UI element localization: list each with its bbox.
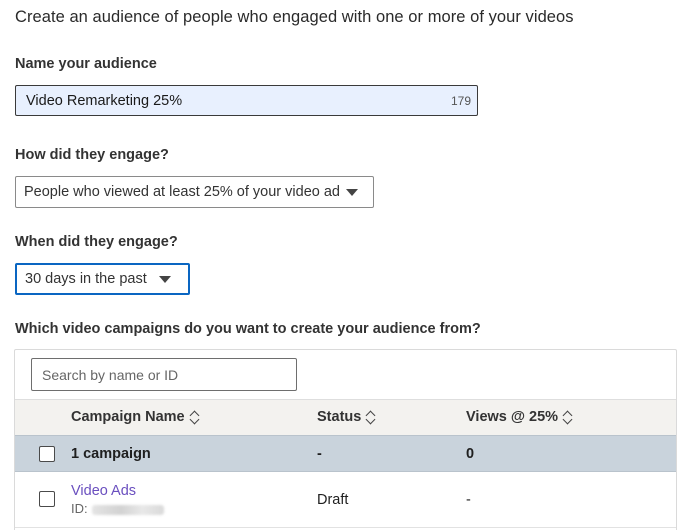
campaign-name-link[interactable]: Video Ads [71, 483, 164, 499]
column-label: Campaign Name [71, 409, 185, 425]
engagement-select[interactable]: People who viewed at least 25% of your v… [15, 176, 374, 208]
sort-icon[interactable] [563, 410, 573, 424]
audience-name-input[interactable] [16, 86, 436, 115]
campaign-name-cell: Video Ads ID: [71, 483, 164, 516]
summary-status: - [317, 446, 322, 462]
summary-label: 1 campaign [71, 446, 151, 462]
column-campaign-name[interactable]: Campaign Name [71, 409, 200, 425]
table-row: Video Ads ID: Draft - [15, 472, 676, 528]
campaign-views: - [466, 492, 471, 508]
caret-down-icon [345, 188, 358, 196]
campaign-search-input[interactable] [31, 358, 297, 391]
sort-icon[interactable] [190, 410, 200, 424]
campaign-id-label: ID: [71, 501, 88, 516]
select-all-checkbox[interactable] [39, 446, 55, 462]
timeframe-select[interactable]: 30 days in the past [15, 263, 190, 295]
campaigns-table: Campaign Name Status Views @ 25% 1 campa… [14, 349, 677, 530]
table-header: Campaign Name Status Views @ 25% [15, 399, 676, 435]
column-label: Status [317, 409, 362, 425]
campaign-status: Draft [317, 492, 349, 508]
engagement-label: How did they engage? [15, 147, 169, 163]
column-status[interactable]: Status [317, 409, 376, 425]
redacted-id [91, 504, 164, 515]
campaign-id: ID: [71, 501, 164, 516]
timeframe-label: When did they engage? [15, 234, 178, 250]
column-views[interactable]: Views @ 25% [466, 409, 573, 425]
page-title: Create an audience of people who engaged… [15, 8, 574, 26]
column-label: Views @ 25% [466, 409, 559, 425]
audience-name-field[interactable]: 179 [15, 85, 478, 116]
timeframe-selected-value: 30 days in the past [25, 271, 147, 287]
summary-row: 1 campaign - 0 [15, 435, 676, 472]
summary-views: 0 [466, 446, 475, 462]
engagement-selected-value: People who viewed at least 25% of your v… [24, 184, 340, 200]
caret-down-icon [158, 275, 171, 283]
audience-name-label: Name your audience [15, 56, 157, 72]
campaigns-label: Which video campaigns do you want to cre… [15, 321, 481, 337]
char-count: 179 [450, 94, 471, 108]
sort-icon[interactable] [366, 410, 376, 424]
row-checkbox[interactable] [39, 491, 55, 507]
